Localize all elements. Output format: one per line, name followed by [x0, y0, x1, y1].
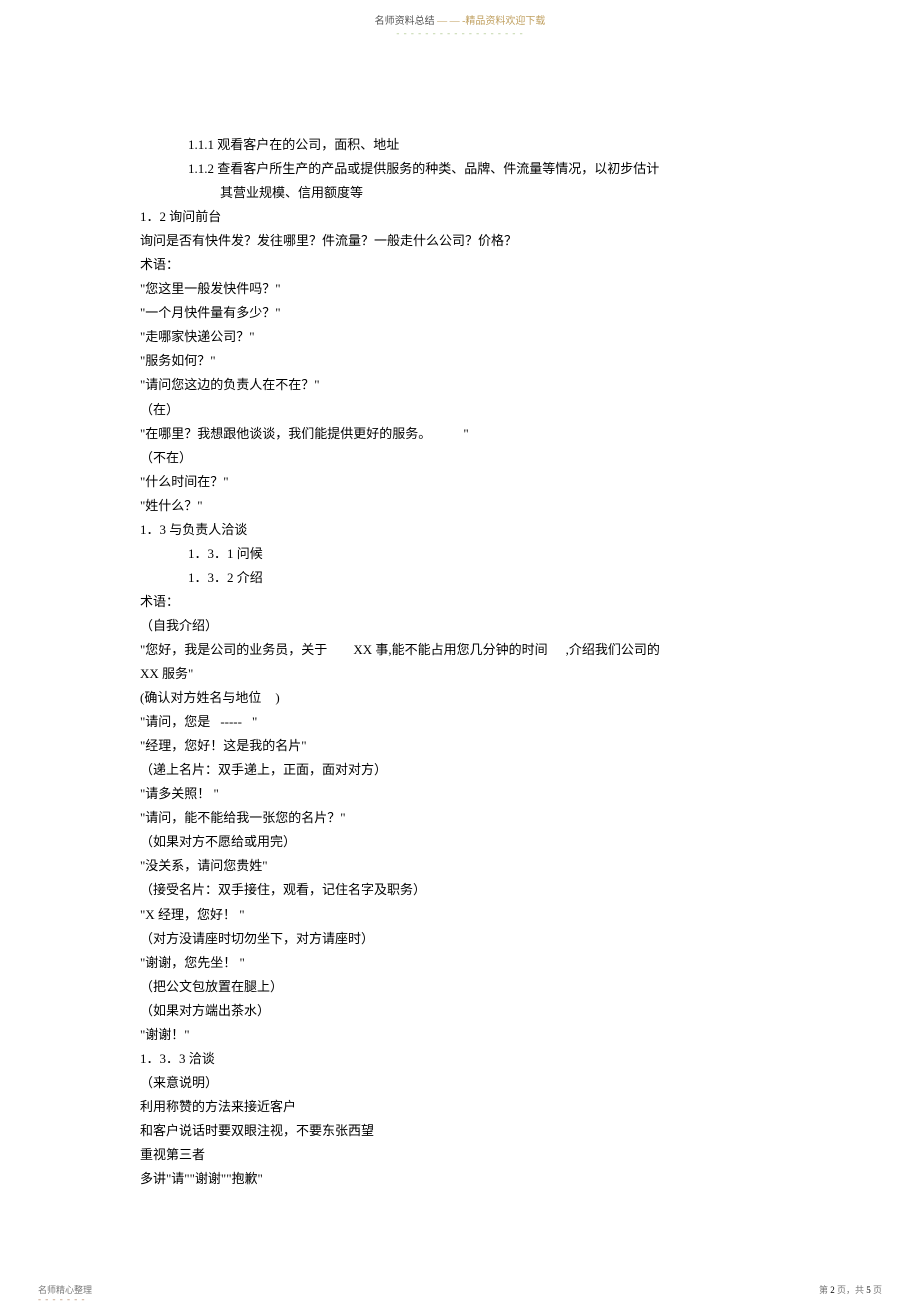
text-line: "谢谢！" — [140, 1023, 780, 1047]
text-line: 术语： — [140, 253, 780, 277]
text-line: "请问，您是 ----- " — [140, 710, 780, 734]
text-line: "服务如何？" — [140, 349, 780, 373]
text-line: 多讲"请""谢谢""抱歉" — [140, 1167, 780, 1191]
text-line: （不在） — [140, 446, 780, 470]
header-text: 名师资料总结 — — -精品资料欢迎下载 — [0, 12, 920, 27]
item-1-1-2: 1.1.2 查看客户所生产的产品或提供服务的种类、品牌、件流量等情况，以初步估计 — [140, 157, 780, 181]
text-line: 术语： — [140, 590, 780, 614]
text-line: "请多关照！ " — [140, 782, 780, 806]
text-line: (确认对方姓名与地位) — [140, 686, 780, 710]
text-line: "请问您这边的负责人在不在？" — [140, 373, 780, 397]
text-part: ----- — [220, 714, 242, 729]
text-line: （对方没请座时切勿坐下，对方请座时） — [140, 927, 780, 951]
text-part: ) — [275, 690, 279, 705]
text-line: "请问，能不能给我一张您的名片？" — [140, 806, 780, 830]
footer-left-dashes: - - - - - - - — [38, 1294, 85, 1304]
text-line: 询问是否有快件发？发往哪里？件流量？一般走什么公司？价格？ — [140, 229, 780, 253]
text-line: "您好，我是公司的业务员，关于 XX 事,能不能占用您几分钟的时间 ,介绍我们公司的 — [140, 638, 780, 662]
footer-page-info: 第 2 页，共 5 页 — [819, 1283, 882, 1296]
text-line: "没关系，请问您贵姓" — [140, 854, 780, 878]
text-line: 和客户说话时要双眼注视，不要东张西望 — [140, 1119, 780, 1143]
section-1-3: 1．3 与负责人洽谈 — [140, 518, 780, 542]
header-right: — — -精品资料欢迎下载 — [437, 16, 545, 27]
text-line: 利用称赞的方法来接近客户 — [140, 1095, 780, 1119]
text-part: "您好，我是公司的业务员，关于 — [140, 642, 327, 657]
footer-mid: 页，共 — [835, 1285, 867, 1295]
text-part: "在哪里？我想跟他谈谈，我们能提供更好的服务。 — [140, 426, 431, 441]
text-line: "经理，您好！这是我的名片" — [140, 734, 780, 758]
text-line: "一个月快件量有多少？" — [140, 301, 780, 325]
text-part: XX 事,能不能占用您几分钟的时间 — [353, 642, 547, 657]
footer-suffix: 页 — [871, 1285, 882, 1295]
text-line: "X 经理，您好！ " — [140, 903, 780, 927]
text-line: 重视第三者 — [140, 1143, 780, 1167]
header-dashes: - - - - - - - - - - - - - - - - - - — [0, 28, 920, 38]
text-part: (确认对方姓名与地位 — [140, 690, 261, 705]
item-1-1-1: 1.1.1 观看客户在的公司，面积、地址 — [140, 133, 780, 157]
item-1-3-2: 1．3．2 介绍 — [140, 566, 780, 590]
document-content: 1.1.1 观看客户在的公司，面积、地址 1.1.2 查看客户所生产的产品或提供… — [0, 38, 920, 1191]
text-line: （接受名片：双手接住，观看，记住名字及职务） — [140, 878, 780, 902]
text-line: "在哪里？我想跟他谈谈，我们能提供更好的服务。 " — [140, 422, 780, 446]
text-line: "您这里一般发快件吗？" — [140, 277, 780, 301]
footer-prefix: 第 — [819, 1285, 830, 1295]
text-line: "什么时间在？" — [140, 470, 780, 494]
text-part: " — [463, 426, 468, 441]
text-line: （如果对方不愿给或用完） — [140, 830, 780, 854]
header-left: 名师资料总结 — [375, 16, 438, 27]
text-line: （自我介绍） — [140, 614, 780, 638]
item-1-3-1: 1．3．1 问候 — [140, 542, 780, 566]
text-line: （来意说明） — [140, 1071, 780, 1095]
text-line: （在） — [140, 398, 780, 422]
section-1-2: 1．2 询问前台 — [140, 205, 780, 229]
text-part: "请问，您是 — [140, 714, 210, 729]
text-line: （如果对方端出茶水） — [140, 999, 780, 1023]
page-header: 名师资料总结 — — -精品资料欢迎下载 - - - - - - - - - -… — [0, 0, 920, 38]
text-line: "谢谢，您先坐！ " — [140, 951, 780, 975]
text-part: " — [252, 714, 257, 729]
text-part: ,介绍我们公司的 — [566, 642, 660, 657]
text-line: "走哪家快递公司？" — [140, 325, 780, 349]
text-line: （递上名片：双手递上，正面，面对对方） — [140, 758, 780, 782]
text-line: XX 服务" — [140, 662, 780, 686]
item-1-1-2-cont: 其营业规模、信用额度等 — [140, 181, 780, 205]
section-1-3-3: 1．3．3 洽谈 — [140, 1047, 780, 1071]
text-line: （把公文包放置在腿上） — [140, 975, 780, 999]
text-line: "姓什么？" — [140, 494, 780, 518]
